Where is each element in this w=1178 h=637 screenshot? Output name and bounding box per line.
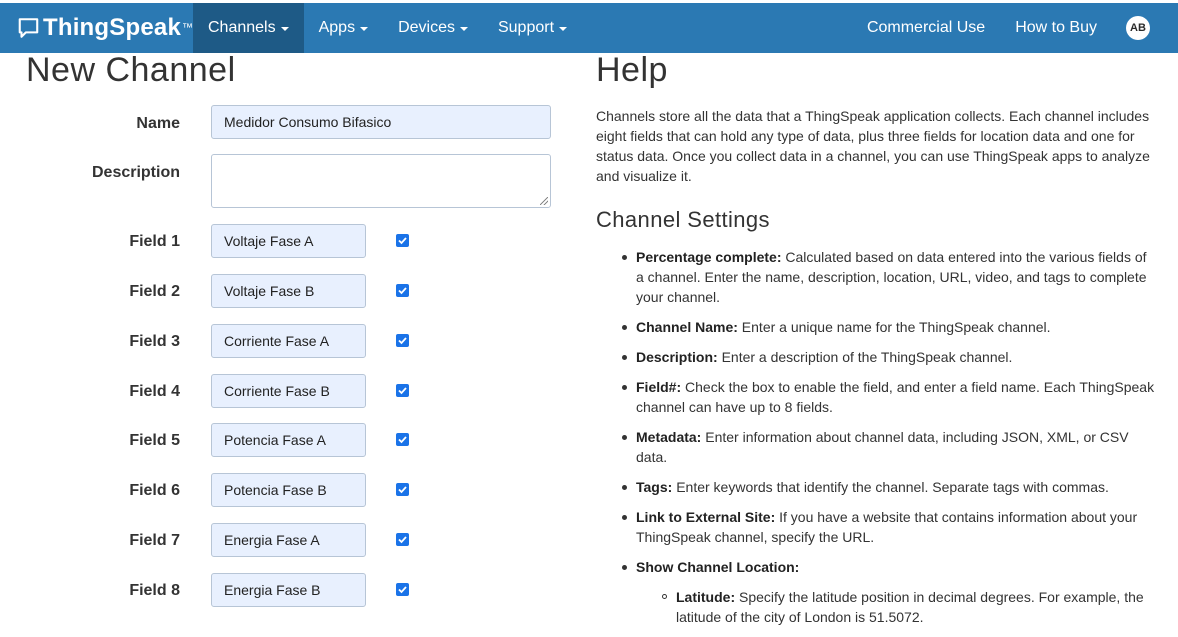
- bullet-icon: [622, 485, 627, 490]
- field-6-label: Field 6: [129, 482, 180, 499]
- item-text: Enter keywords that identify the channel…: [672, 479, 1109, 495]
- list-item: Description: Enter a description of the …: [596, 347, 1156, 367]
- bullet-icon: [622, 325, 627, 330]
- nav-commercial-use[interactable]: Commercial Use: [852, 3, 1000, 53]
- field-5-label: Field 5: [129, 432, 180, 449]
- nav-channels-menu[interactable]: Channels: [193, 3, 304, 53]
- resize-handle-icon[interactable]: [540, 197, 548, 205]
- brand-name: ThingSpeak: [42, 14, 181, 41]
- field-3-input[interactable]: [211, 324, 366, 358]
- brand-logo[interactable]: ThingSpeak ™: [0, 3, 193, 53]
- field-3-checkbox[interactable]: [396, 334, 409, 347]
- field-8-input[interactable]: [211, 573, 366, 607]
- list-item: Percentage complete: Calculated based on…: [596, 247, 1156, 307]
- item-text: Enter a unique name for the ThingSpeak c…: [737, 319, 1051, 335]
- nav-devices-menu[interactable]: Devices: [383, 3, 483, 53]
- field-1-label: Field 1: [129, 233, 180, 250]
- sub-list-item: Latitude: Specify the latitude position …: [636, 587, 1156, 627]
- field-4-checkbox[interactable]: [396, 384, 409, 397]
- user-avatar[interactable]: AB: [1126, 16, 1150, 40]
- field-2-checkbox[interactable]: [396, 284, 409, 297]
- checkmark-icon: [398, 337, 407, 345]
- field-8-checkbox[interactable]: [396, 583, 409, 596]
- item-term: Link to External Site:: [636, 509, 776, 525]
- sub-item-term: Latitude:: [676, 589, 736, 605]
- channel-settings-heading: Channel Settings: [596, 207, 770, 232]
- list-item: Field#: Check the box to enable the fiel…: [596, 377, 1156, 417]
- nav-support-label: Support: [497, 19, 555, 36]
- nav-how-to-buy[interactable]: How to Buy: [1000, 3, 1112, 53]
- field-4-input[interactable]: [211, 374, 366, 408]
- brand-trademark: ™: [182, 22, 193, 34]
- list-item: Channel Name: Enter a unique name for th…: [596, 317, 1156, 337]
- bullet-icon: [622, 355, 627, 360]
- chat-bubble-icon: [18, 18, 39, 38]
- item-term: Description:: [636, 349, 718, 365]
- field-3-label: Field 3: [129, 333, 180, 350]
- caret-down-icon: [360, 27, 369, 31]
- field-6-checkbox[interactable]: [396, 483, 409, 496]
- field-7-checkbox[interactable]: [396, 533, 409, 546]
- item-term: Percentage complete:: [636, 249, 782, 265]
- channel-name-input[interactable]: [211, 105, 551, 139]
- list-item: Tags: Enter keywords that identify the c…: [596, 477, 1156, 497]
- item-term: Metadata:: [636, 429, 702, 445]
- navbar: ThingSpeak ™ Channels Apps Devices Suppo…: [0, 3, 1178, 53]
- caret-down-icon: [559, 27, 568, 31]
- bullet-icon: [622, 565, 627, 570]
- item-term: Show Channel Location:: [636, 559, 800, 575]
- field-6-input[interactable]: [211, 473, 366, 507]
- field-2-label: Field 2: [129, 283, 180, 300]
- field-4-label: Field 4: [129, 383, 180, 400]
- item-text: Enter a description of the ThingSpeak ch…: [717, 349, 1013, 365]
- field-1-input[interactable]: [211, 224, 366, 258]
- nav-devices-label: Devices: [398, 19, 455, 36]
- item-text: Enter information about channel data, in…: [636, 429, 1129, 465]
- description-textarea[interactable]: [211, 154, 551, 208]
- help-title: Help: [596, 51, 668, 89]
- name-label: Name: [136, 115, 180, 132]
- checkmark-icon: [398, 387, 407, 395]
- field-2-input[interactable]: [211, 274, 366, 308]
- bullet-icon: [622, 385, 627, 390]
- description-label: Description: [91, 164, 180, 181]
- bullet-icon: [622, 255, 627, 260]
- navbar-right: Commercial Use How to Buy AB: [852, 3, 1178, 53]
- list-item: Show Channel Location: Latitude: Specify…: [596, 557, 1156, 627]
- field-7-label: Field 7: [129, 532, 180, 549]
- checkmark-icon: [398, 586, 407, 594]
- settings-list: Percentage complete: Calculated based on…: [596, 247, 1156, 637]
- item-term: Field#:: [636, 379, 682, 395]
- nav-support-menu[interactable]: Support: [483, 3, 582, 53]
- checkmark-icon: [398, 536, 407, 544]
- field-5-checkbox[interactable]: [396, 433, 409, 446]
- list-item: Metadata: Enter information about channe…: [596, 427, 1156, 467]
- checkmark-icon: [398, 436, 407, 444]
- checkmark-icon: [398, 287, 407, 295]
- item-term: Channel Name:: [636, 319, 738, 335]
- field-8-label: Field 8: [129, 582, 180, 599]
- field-7-input[interactable]: [211, 523, 366, 557]
- bullet-icon: [622, 435, 627, 440]
- list-item: Link to External Site: If you have a web…: [596, 507, 1156, 547]
- checkmark-icon: [398, 237, 407, 245]
- page-title: New Channel: [26, 51, 236, 89]
- nav-apps-menu[interactable]: Apps: [304, 3, 383, 53]
- help-intro: Channels store all the data that a Thing…: [596, 108, 1150, 184]
- circle-bullet-icon: [662, 594, 667, 599]
- nav-channels-label: Channels: [208, 19, 276, 36]
- field-1-checkbox[interactable]: [396, 234, 409, 247]
- item-text: Check the box to enable the field, and e…: [636, 379, 1155, 415]
- caret-down-icon: [280, 27, 289, 31]
- field-5-input[interactable]: [211, 423, 366, 457]
- bullet-icon: [622, 515, 627, 520]
- checkmark-icon: [398, 486, 407, 494]
- caret-down-icon: [459, 27, 468, 31]
- nav-apps-label: Apps: [318, 19, 356, 36]
- item-term: Tags:: [636, 479, 673, 495]
